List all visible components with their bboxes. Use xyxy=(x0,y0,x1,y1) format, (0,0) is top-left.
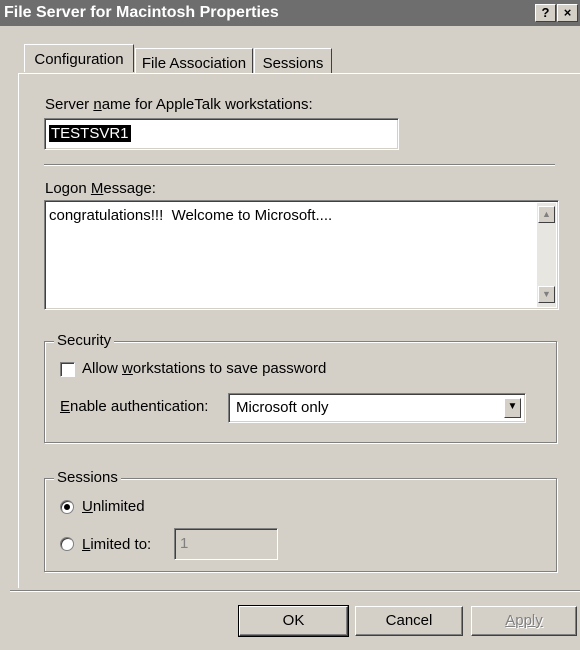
security-caption: Security xyxy=(54,332,115,349)
server-name-label: Server name for AppleTalk workstations: xyxy=(45,96,313,113)
save-password-checkbox[interactable] xyxy=(60,362,75,377)
authentication-label: Enable authentication: xyxy=(60,398,209,415)
separator-highlight xyxy=(44,165,555,166)
ok-button[interactable]: OK xyxy=(238,605,349,637)
dropdown-arrow-icon[interactable]: ▼ xyxy=(504,398,521,418)
limited-count-input[interactable]: 1 xyxy=(174,528,278,560)
window-title: File Server for Macintosh Properties xyxy=(4,4,279,21)
tab-configuration[interactable]: Configuration xyxy=(24,44,134,72)
unlimited-radio[interactable] xyxy=(60,500,74,514)
title-bar: File Server for Macintosh Properties ? × xyxy=(0,0,580,26)
security-group xyxy=(44,341,557,443)
help-button[interactable]: ? xyxy=(535,4,556,22)
sessions-caption: Sessions xyxy=(54,469,121,486)
scroll-up-arrow-icon[interactable]: ▲ xyxy=(538,206,555,223)
radio-selected-dot xyxy=(64,504,70,510)
logon-scrollbar[interactable]: ▲ ▼ xyxy=(537,203,556,307)
tab-file-association[interactable]: File Association xyxy=(135,48,253,73)
apply-button[interactable]: Apply xyxy=(471,606,577,636)
authentication-dropdown[interactable]: Microsoft only ▼ xyxy=(228,393,526,423)
close-button[interactable]: × xyxy=(557,4,578,22)
tab-sessions[interactable]: Sessions xyxy=(254,48,332,73)
scroll-down-arrow-icon[interactable]: ▼ xyxy=(538,286,555,303)
unlimited-label[interactable]: Unlimited xyxy=(82,498,145,515)
logon-message-label: Logon Message: xyxy=(45,180,156,197)
limited-radio[interactable] xyxy=(60,537,74,551)
save-password-label[interactable]: Allow workstations to save password xyxy=(82,360,326,377)
authentication-value: Microsoft only xyxy=(236,399,329,416)
bottom-separator-highlight xyxy=(10,591,580,592)
cancel-button[interactable]: Cancel xyxy=(355,606,463,636)
server-name-value: TESTSVR1 xyxy=(49,125,131,142)
server-name-input[interactable]: TESTSVR1 xyxy=(44,118,399,150)
limited-label[interactable]: Limited to: xyxy=(82,536,151,553)
logon-message-textarea[interactable]: congratulations!!! Welcome to Microsoft.… xyxy=(44,200,559,310)
sessions-group xyxy=(44,478,557,572)
logon-message-text: congratulations!!! Welcome to Microsoft.… xyxy=(49,207,333,224)
limited-count-value: 1 xyxy=(180,535,189,552)
